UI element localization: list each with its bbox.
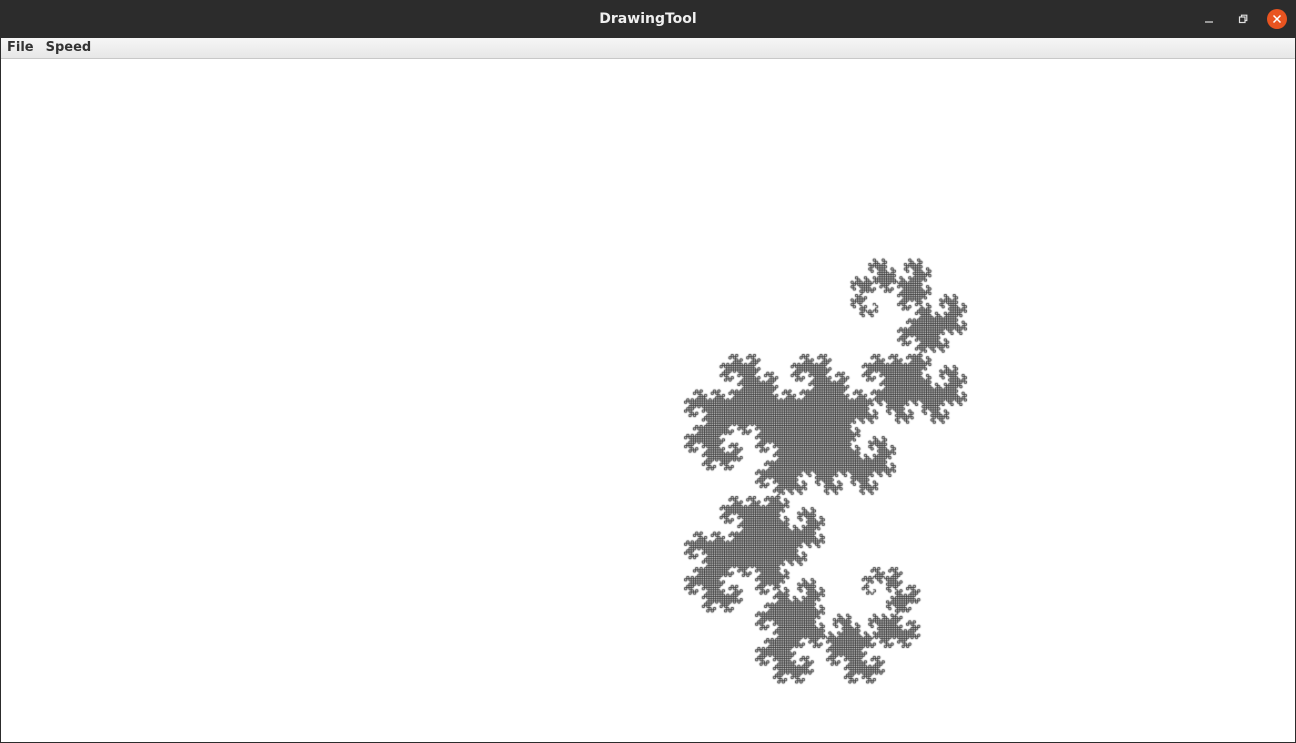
dragon-curve-fractal: [1, 59, 1295, 742]
close-button[interactable]: [1267, 9, 1287, 29]
menu-bar: File Speed: [1, 38, 1295, 59]
menu-speed[interactable]: Speed: [40, 38, 98, 58]
title-bar[interactable]: DrawingTool: [0, 0, 1296, 38]
restore-button[interactable]: [1233, 9, 1253, 29]
drawing-canvas[interactable]: [1, 59, 1295, 742]
window-title: DrawingTool: [599, 11, 697, 27]
app-window: DrawingTool File Speed: [0, 0, 1296, 743]
restore-icon: [1238, 14, 1248, 24]
menu-file[interactable]: File: [1, 38, 40, 58]
close-icon: [1272, 14, 1282, 24]
minimize-button[interactable]: [1199, 9, 1219, 29]
minimize-icon: [1205, 21, 1213, 23]
